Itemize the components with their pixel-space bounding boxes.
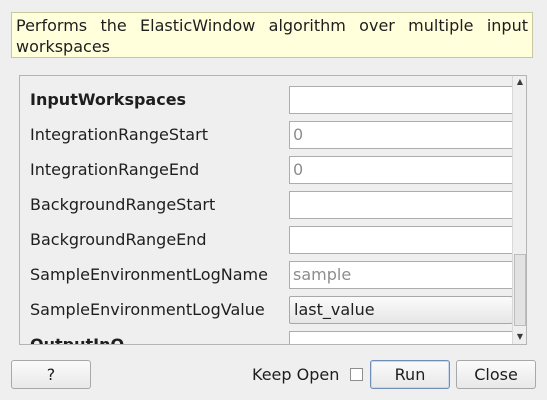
run-button[interactable]: Run	[370, 360, 450, 389]
property-label: OutputInQ	[30, 335, 125, 345]
sample-environment-log-name-field[interactable]: sample	[289, 261, 513, 289]
arrow-up-icon[interactable]: ▲	[515, 77, 525, 87]
property-row-input-workspaces: InputWorkspaces	[20, 82, 513, 117]
scrollbar-track[interactable]	[514, 90, 526, 330]
property-label: BackgroundRangeEnd	[30, 230, 207, 249]
input-workspaces-field[interactable]	[289, 86, 513, 114]
integration-range-start-field[interactable]: 0	[289, 121, 513, 149]
property-row-integration-range-end: IntegrationRangeEnd 0	[20, 152, 513, 187]
property-row-background-range-start: BackgroundRangeStart	[20, 187, 513, 222]
vertical-scrollbar[interactable]: ▲ ▼	[512, 76, 526, 344]
property-row-output-in-q: OutputInQ	[20, 327, 513, 345]
keep-open-checkbox[interactable]	[350, 368, 363, 381]
background-range-end-field[interactable]	[289, 226, 513, 254]
property-label: BackgroundRangeStart	[30, 195, 216, 214]
property-label: IntegrationRangeStart	[30, 125, 208, 144]
sample-environment-log-value-select[interactable]: last_value	[289, 296, 513, 324]
property-label: SampleEnvironmentLogValue	[30, 300, 265, 319]
integration-range-end-field[interactable]: 0	[289, 156, 513, 184]
scrollbar-thumb[interactable]	[514, 254, 526, 326]
property-label: InputWorkspaces	[30, 90, 187, 109]
help-button[interactable]: ?	[11, 360, 91, 389]
keep-open-label: Keep Open	[252, 365, 340, 384]
property-row-integration-range-start: IntegrationRangeStart 0	[20, 117, 513, 152]
property-row-background-range-end: BackgroundRangeEnd	[20, 222, 513, 257]
output-in-q-field[interactable]	[289, 331, 513, 344]
property-label: SampleEnvironmentLogName	[30, 265, 268, 284]
properties-panel: InputWorkspaces IntegrationRangeStart 0 …	[19, 75, 527, 345]
property-row-sample-environment-log-name: SampleEnvironmentLogName sample	[20, 257, 513, 292]
background-range-start-field[interactable]	[289, 191, 513, 219]
arrow-down-icon[interactable]: ▼	[515, 332, 525, 342]
algorithm-description: Performs the ElasticWindow algorithm ove…	[11, 12, 533, 58]
property-label: IntegrationRangeEnd	[30, 160, 200, 179]
property-row-sample-environment-log-value: SampleEnvironmentLogValue last_value	[20, 292, 513, 327]
close-button[interactable]: Close	[456, 360, 536, 389]
